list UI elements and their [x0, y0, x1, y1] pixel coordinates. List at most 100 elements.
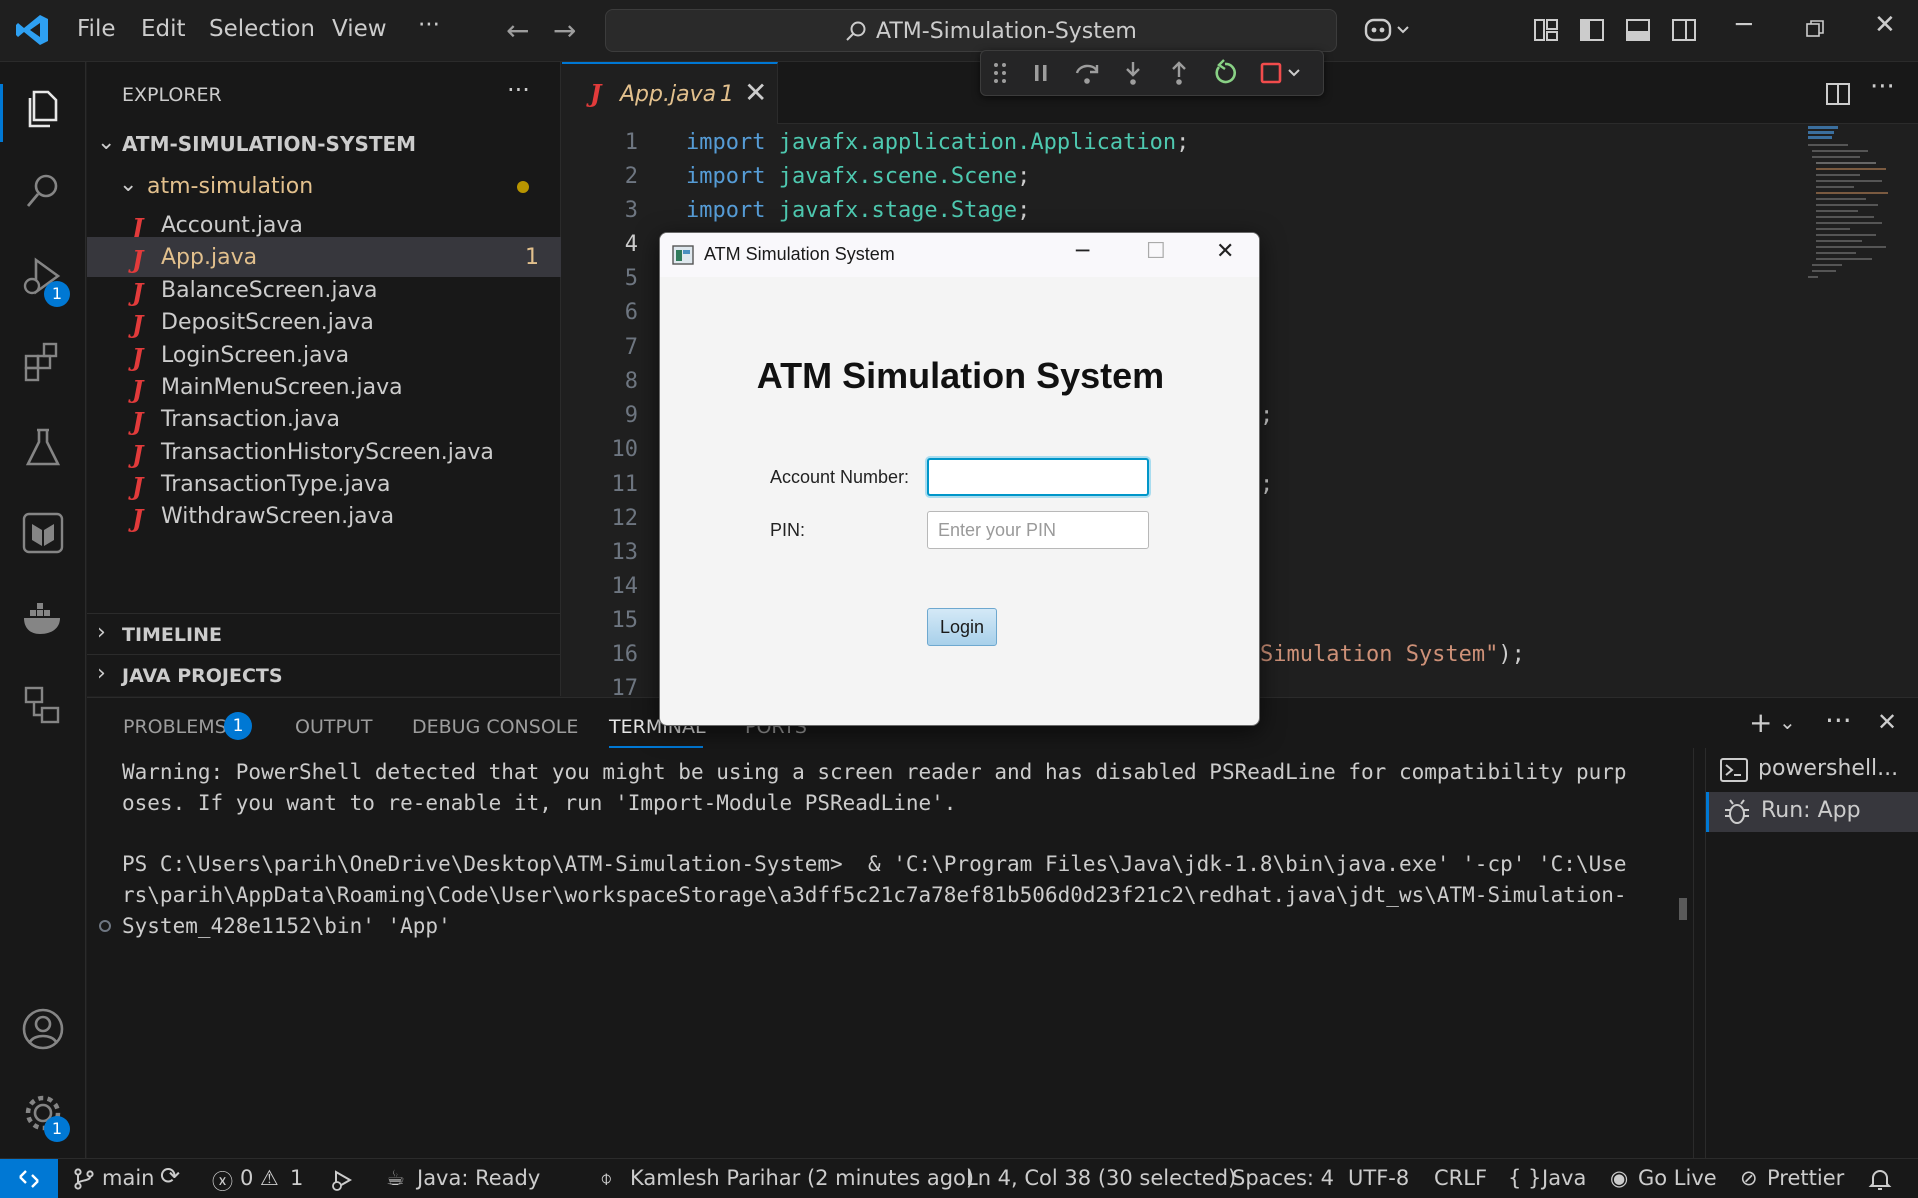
restart-icon[interactable] — [1211, 59, 1239, 87]
menu-selection[interactable]: Selection — [209, 16, 315, 42]
line-number: 7 — [624, 335, 638, 360]
customize-layout-icon[interactable] — [1532, 16, 1560, 44]
maximize-window-icon[interactable]: ☐ — [1146, 239, 1166, 264]
terminal-line: rs\parih\AppData\Roaming\Code\User\works… — [122, 883, 1627, 907]
file-label: MainMenuScreen.java — [161, 375, 403, 400]
git-branch[interactable]: main — [102, 1166, 154, 1190]
pin-label: PIN: — [770, 520, 806, 540]
line-number: 8 — [624, 369, 638, 394]
git-blame[interactable]: Kamlesh Parihar (2 minutes ago) — [630, 1166, 974, 1190]
step-out-icon[interactable] — [1165, 59, 1193, 87]
broadcast-icon: ◉ — [1610, 1166, 1629, 1190]
split-editor-icon[interactable] — [1824, 80, 1852, 108]
pin-input[interactable] — [927, 511, 1149, 549]
explorer-more-actions[interactable]: ··· — [507, 76, 530, 104]
section-label: JAVA PROJECTS — [122, 665, 283, 687]
timeline-section[interactable]: › TIMELINE — [87, 613, 561, 653]
back-arrow-icon[interactable]: ← — [506, 14, 529, 47]
minimize-window-icon[interactable]: ─ — [1076, 239, 1089, 264]
login-button[interactable]: Login — [927, 608, 997, 646]
forward-arrow-icon[interactable]: → — [553, 14, 576, 47]
code-line[interactable]: import javafx.stage.Stage; — [686, 198, 1030, 223]
close-tab-icon[interactable]: ✕ — [744, 76, 767, 109]
string-literal: Simulation System" — [1260, 642, 1499, 667]
line-number: 6 — [624, 300, 638, 325]
file-item[interactable]: J WithdrawScreen.java — [87, 496, 561, 536]
encoding[interactable]: UTF-8 — [1348, 1166, 1409, 1190]
tab-output[interactable]: OUTPUT — [295, 716, 372, 738]
drag-handle-icon[interactable] — [991, 59, 1009, 87]
docker-icon[interactable] — [20, 596, 66, 642]
chevron-down-icon[interactable]: ⌄ — [1779, 710, 1796, 734]
indentation[interactable]: Spaces: 4 — [1232, 1166, 1334, 1190]
code-fragment[interactable]: ; — [1260, 403, 1273, 428]
close-panel-icon[interactable]: ✕ — [1877, 708, 1897, 736]
tab-app-java[interactable]: J App.java 1 ✕ — [562, 62, 778, 124]
go-live[interactable]: Go Live — [1638, 1166, 1717, 1190]
accounts-icon[interactable] — [20, 1006, 66, 1052]
testing-flask-icon[interactable] — [20, 424, 66, 470]
section-label: TIMELINE — [122, 624, 222, 646]
terminal-item-powershell[interactable]: powershell... — [1706, 750, 1918, 790]
debug-launch-icon[interactable] — [330, 1168, 356, 1192]
folder-atm-simulation[interactable]: ⌄ atm-simulation — [87, 166, 561, 206]
window-title-bar[interactable]: ATM Simulation System ─ ☐ ✕ — [660, 233, 1259, 277]
warning-count[interactable]: 1 — [290, 1166, 303, 1190]
new-terminal-icon[interactable]: + — [1749, 706, 1772, 739]
close-window-icon[interactable]: ✕ — [1216, 239, 1234, 264]
command-decoration-icon[interactable] — [99, 920, 111, 932]
toggle-panel-icon[interactable] — [1624, 16, 1652, 44]
remote-explorer-icon[interactable] — [20, 682, 66, 728]
menu-view[interactable]: View — [332, 16, 387, 42]
copilot-icon[interactable] — [1364, 16, 1412, 44]
tab-problems[interactable]: PROBLEMS — [123, 716, 227, 738]
java-projects-icon[interactable] — [20, 510, 66, 556]
restore-window-icon[interactable] — [1804, 18, 1826, 40]
terminal-line: PS C:\Users\parih\OneDrive\Desktop\ATM-S… — [122, 852, 1627, 876]
pause-icon[interactable] — [1027, 59, 1055, 87]
step-into-icon[interactable] — [1119, 59, 1147, 87]
java-file-icon: J — [132, 504, 144, 533]
bottom-panel: PROBLEMS 1 OUTPUT DEBUG CONSOLE TERMINAL… — [87, 697, 1918, 1159]
explorer-icon[interactable] — [20, 84, 66, 130]
remote-indicator[interactable] — [0, 1159, 58, 1198]
extensions-icon[interactable] — [20, 338, 66, 384]
search-icon[interactable] — [20, 168, 66, 214]
minimap[interactable] — [1804, 124, 1894, 324]
code-fragment[interactable]: ; — [1260, 472, 1273, 497]
line-endings[interactable]: CRLF — [1434, 1166, 1487, 1190]
code-line[interactable]: import javafx.application.Application; — [686, 130, 1189, 155]
line-number: 2 — [624, 164, 638, 189]
sync-icon[interactable]: ⟳ — [160, 1162, 180, 1190]
prettier[interactable]: Prettier — [1767, 1166, 1844, 1190]
error-count[interactable]: 0 — [240, 1166, 253, 1190]
code-line[interactable]: import javafx.scene.Scene; — [686, 164, 1030, 189]
toggle-primary-sidebar-icon[interactable] — [1578, 16, 1606, 44]
braces-icon: { } — [1508, 1166, 1542, 1190]
minimize-window-icon[interactable]: ─ — [1736, 10, 1752, 40]
cursor-position[interactable]: Ln 4, Col 38 (30 selected) — [966, 1166, 1236, 1190]
menu-more[interactable]: ··· — [418, 12, 440, 38]
workspace-root[interactable]: ⌄ ATM-SIMULATION-SYSTEM — [87, 124, 561, 164]
toggle-secondary-sidebar-icon[interactable] — [1670, 16, 1698, 44]
command-center-search[interactable]: ATM-Simulation-System — [605, 9, 1337, 52]
code-line[interactable]: Simulation System"); — [1260, 642, 1525, 667]
menu-edit[interactable]: Edit — [141, 16, 186, 42]
tab-debug-console[interactable]: DEBUG CONSOLE — [412, 716, 578, 738]
stop-icon[interactable] — [1259, 59, 1307, 87]
coffee-icon: ☕ — [386, 1166, 405, 1190]
notifications-bell-icon[interactable] — [1868, 1167, 1892, 1191]
close-window-icon[interactable]: ✕ — [1874, 10, 1896, 40]
java-status[interactable]: Java: Ready — [417, 1166, 540, 1190]
keyword: import — [686, 164, 766, 189]
java-projects-section[interactable]: › JAVA PROJECTS — [87, 654, 561, 694]
file-label: LoginScreen.java — [161, 343, 350, 368]
editor-more-actions[interactable]: ··· — [1870, 72, 1895, 102]
account-number-input[interactable] — [927, 458, 1149, 496]
terminal-item-run-app[interactable]: Run: App — [1706, 792, 1918, 832]
language-mode[interactable]: Java — [1542, 1166, 1586, 1190]
step-over-icon[interactable] — [1073, 59, 1101, 87]
terminal-scrollbar[interactable] — [1679, 898, 1687, 920]
panel-more-actions[interactable]: ··· — [1825, 704, 1852, 737]
menu-file[interactable]: File — [77, 16, 116, 42]
